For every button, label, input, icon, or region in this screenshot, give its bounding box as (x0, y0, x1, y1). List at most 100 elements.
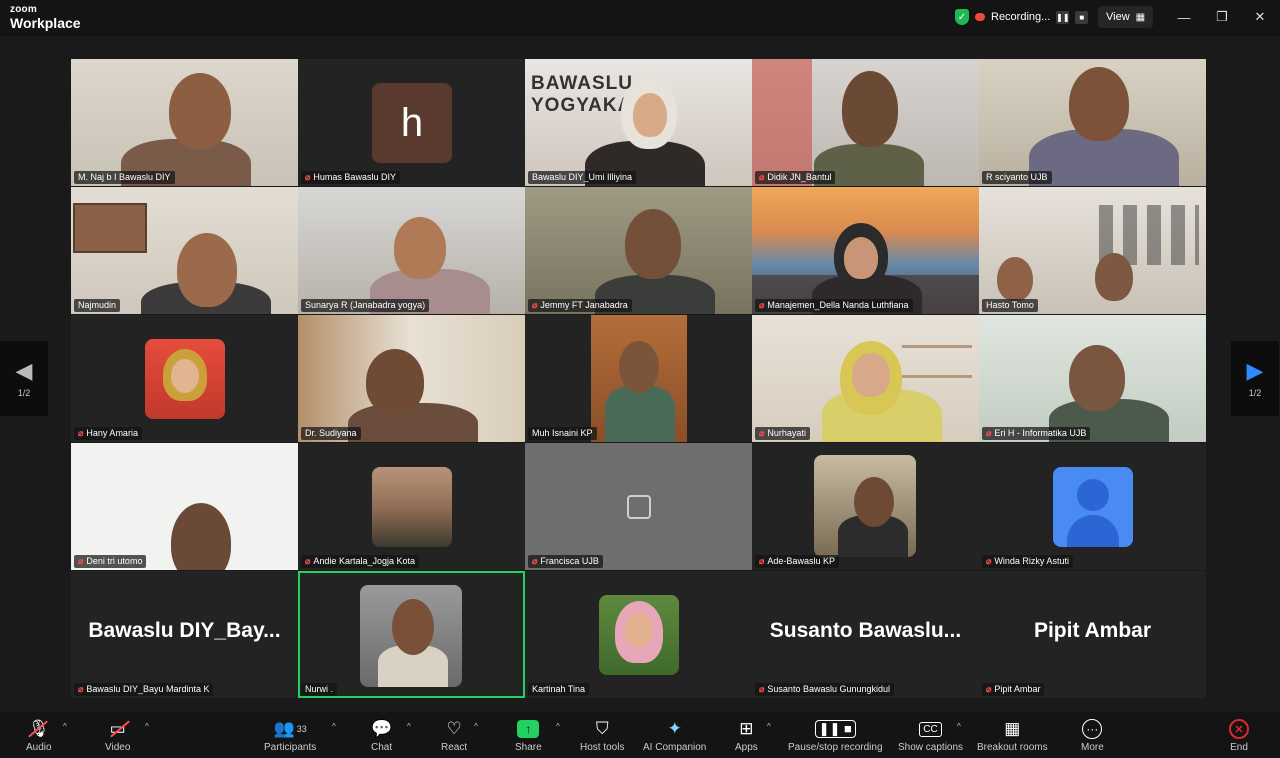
participant-tile[interactable]: ⌀ Deni tri utomo (71, 443, 298, 570)
participant-tile[interactable]: Pipit Ambar ⌀ Pipit Ambar (979, 571, 1206, 698)
next-page-indicator: 1/2 (1248, 387, 1262, 398)
default-avatar-icon (1053, 467, 1133, 547)
pause-stop-icon: ❚❚ ■ (814, 720, 856, 738)
view-button[interactable]: View ▦ (1098, 6, 1154, 28)
react-label: React (441, 742, 468, 753)
captions-options-chevron-icon[interactable]: ^ (957, 722, 961, 731)
profile-photo (814, 455, 916, 557)
apps-options-chevron-icon[interactable]: ^ (767, 722, 771, 731)
participant-tile[interactable]: Dr. Sudiyana (298, 315, 525, 442)
host-tools-label: Host tools (580, 742, 625, 753)
next-page-button[interactable]: ▶ 1/2 (1231, 341, 1279, 416)
avatar: h (372, 83, 452, 163)
video-grid: M. Naj b I Bawaslu DIY h ⌀ Humas Bawaslu … (71, 59, 1207, 698)
participant-name: ⌀ Susanto Bawaslu Gunungkidul (755, 683, 895, 696)
participant-tile[interactable]: ⌀ Eri H - Informatika UJB (979, 315, 1206, 442)
participant-tile-active-speaker[interactable]: Nurwi . (298, 571, 525, 698)
stop-recording-icon[interactable]: ■ (1075, 10, 1089, 24)
prev-page-button[interactable]: ◀ 1/2 (0, 341, 48, 416)
participant-name: ⌀ Eri H - Informatika UJB (982, 427, 1091, 440)
participant-name: Hasto Tomo (982, 299, 1038, 312)
participants-button[interactable]: 👥 33 Participants (264, 718, 316, 753)
participant-tile[interactable]: Najmudin (71, 187, 298, 314)
participant-tile[interactable]: BAWASLU YOGYAKARTA Bawaslu DIY_Umi Illiy… (525, 59, 752, 186)
more-icon: ··· (1082, 719, 1103, 739)
participant-tile[interactable]: Bawaslu DIY_Bay... ⌀ Bawaslu DIY_Bayu Mar… (71, 571, 298, 698)
video-label: Video (105, 742, 131, 753)
participant-name: Sunarya R (Janabadra yogya) (301, 299, 430, 312)
mic-muted-icon: ⌀ (759, 684, 765, 694)
participant-tile[interactable]: Kartinah Tina (525, 571, 752, 698)
participant-name: Kartinah Tina (528, 683, 590, 696)
participant-tile[interactable]: ⌀ Jemmy FT Janabadra (525, 187, 752, 314)
participant-name: M. Naj b I Bawaslu DIY (74, 171, 175, 184)
audio-button[interactable]: 🎙 Audio (26, 718, 52, 753)
react-button[interactable]: ♡ React (441, 718, 467, 753)
breakout-rooms-label: Breakout rooms (977, 742, 1048, 753)
recording-indicator[interactable]: ✓ Recording... ❚❚ ■ (955, 6, 1089, 28)
end-label: End (1230, 742, 1248, 753)
restore-icon[interactable]: ❐ (1210, 6, 1234, 28)
participants-label: Participants (264, 742, 317, 753)
video-button[interactable]: ▭ Video (105, 718, 130, 753)
participant-tile[interactable]: Muh Isnaini KP (525, 315, 752, 442)
participant-tile[interactable]: ⌀ Nurhayati (752, 315, 979, 442)
participant-tile[interactable]: h ⌀ Humas Bawaslu DIY (298, 59, 525, 186)
mic-muted-icon: ⌀ (305, 172, 311, 182)
participant-tile[interactable]: ⌀ Ade-Bawaslu KP (752, 443, 979, 570)
ai-companion-label: AI Companion (643, 742, 707, 753)
participant-tile[interactable]: ⌀ Hany Amaria (71, 315, 298, 442)
end-button[interactable]: ✕ End (1229, 718, 1249, 753)
close-icon[interactable]: ✕ (1248, 6, 1272, 28)
mic-muted-icon: ⌀ (78, 556, 84, 566)
minimize-icon[interactable]: — (1172, 6, 1196, 28)
breakout-rooms-button[interactable]: ▦ Breakout rooms (977, 718, 1048, 753)
participant-tile[interactable]: ⌀ Winda Rizky Astuti (979, 443, 1206, 570)
mic-muted-icon: ⌀ (78, 428, 84, 438)
more-button[interactable]: ··· More (1081, 718, 1104, 753)
apps-icon: ⊞ (739, 719, 754, 738)
logo-line1: zoom (10, 4, 37, 15)
captions-button[interactable]: CC Show captions (898, 718, 963, 753)
host-tools-button[interactable]: ⛉ Host tools (580, 718, 624, 753)
share-button[interactable]: ↑ Share (515, 718, 542, 753)
share-options-chevron-icon[interactable]: ^ (556, 722, 560, 731)
mic-muted-icon: ⌀ (759, 556, 765, 566)
chat-button[interactable]: 💬 Chat (371, 718, 392, 753)
pause-stop-recording-button[interactable]: ❚❚ ■ Pause/stop recording (788, 718, 883, 753)
participant-tile[interactable]: Sunarya R (Janabadra yogya) (298, 187, 525, 314)
participant-name: ⌀ Winda Rizky Astuti (982, 555, 1073, 568)
participant-tile[interactable]: ⌀ Manajemen_Della Nanda Luthfiana (752, 187, 979, 314)
grid-icon: ▦ (1135, 11, 1146, 23)
participant-tile[interactable]: Hasto Tomo (979, 187, 1206, 314)
mic-muted-icon: ⌀ (532, 300, 538, 310)
video-options-chevron-icon[interactable]: ^ (145, 722, 149, 731)
heart-icon: ♡ (446, 719, 462, 738)
apps-button[interactable]: ⊞ Apps (735, 718, 758, 753)
chat-label: Chat (371, 742, 393, 753)
participant-name: R sciyanto UJB (982, 171, 1052, 184)
participants-options-chevron-icon[interactable]: ^ (332, 722, 336, 731)
audio-options-chevron-icon[interactable]: ^ (63, 722, 67, 731)
pause-recording-icon[interactable]: ❚❚ (1056, 10, 1070, 24)
shield-check-icon[interactable]: ✓ (955, 9, 969, 25)
participant-tile[interactable]: ⌀ Andie Kartala_Jogja Kota (298, 443, 525, 570)
ai-companion-button[interactable]: ✦ AI Companion (643, 718, 706, 753)
participant-name: ⌀ Ade-Bawaslu KP (755, 555, 839, 568)
mic-muted-icon: ⌀ (532, 556, 538, 566)
participant-tile[interactable]: M. Naj b I Bawaslu DIY (71, 59, 298, 186)
react-options-chevron-icon[interactable]: ^ (474, 722, 478, 731)
participant-big-name: Bawaslu DIY_Bay... (88, 619, 281, 642)
sparkle-icon: ✦ (667, 719, 682, 738)
chat-options-chevron-icon[interactable]: ^ (407, 722, 411, 731)
end-meeting-icon: ✕ (1229, 719, 1249, 739)
participant-tile[interactable]: ⌀ Didik JN_Bantul (752, 59, 979, 186)
participant-tile[interactable]: ⌀ Francisca UJB (525, 443, 752, 570)
meeting-stage: ◀ 1/2 ▶ 1/2 M. Naj b I Bawaslu DIY h ⌀ Hu… (0, 36, 1280, 712)
breakout-rooms-icon: ▦ (1004, 719, 1021, 738)
participant-tile[interactable]: R sciyanto UJB (979, 59, 1206, 186)
participant-name: ⌀ Nurhayati (755, 427, 810, 440)
participant-tile[interactable]: Susanto Bawaslu... ⌀ Susanto Bawaslu Gunu… (752, 571, 979, 698)
participant-name: ⌀ Humas Bawaslu DIY (301, 171, 400, 184)
apps-label: Apps (735, 742, 758, 753)
